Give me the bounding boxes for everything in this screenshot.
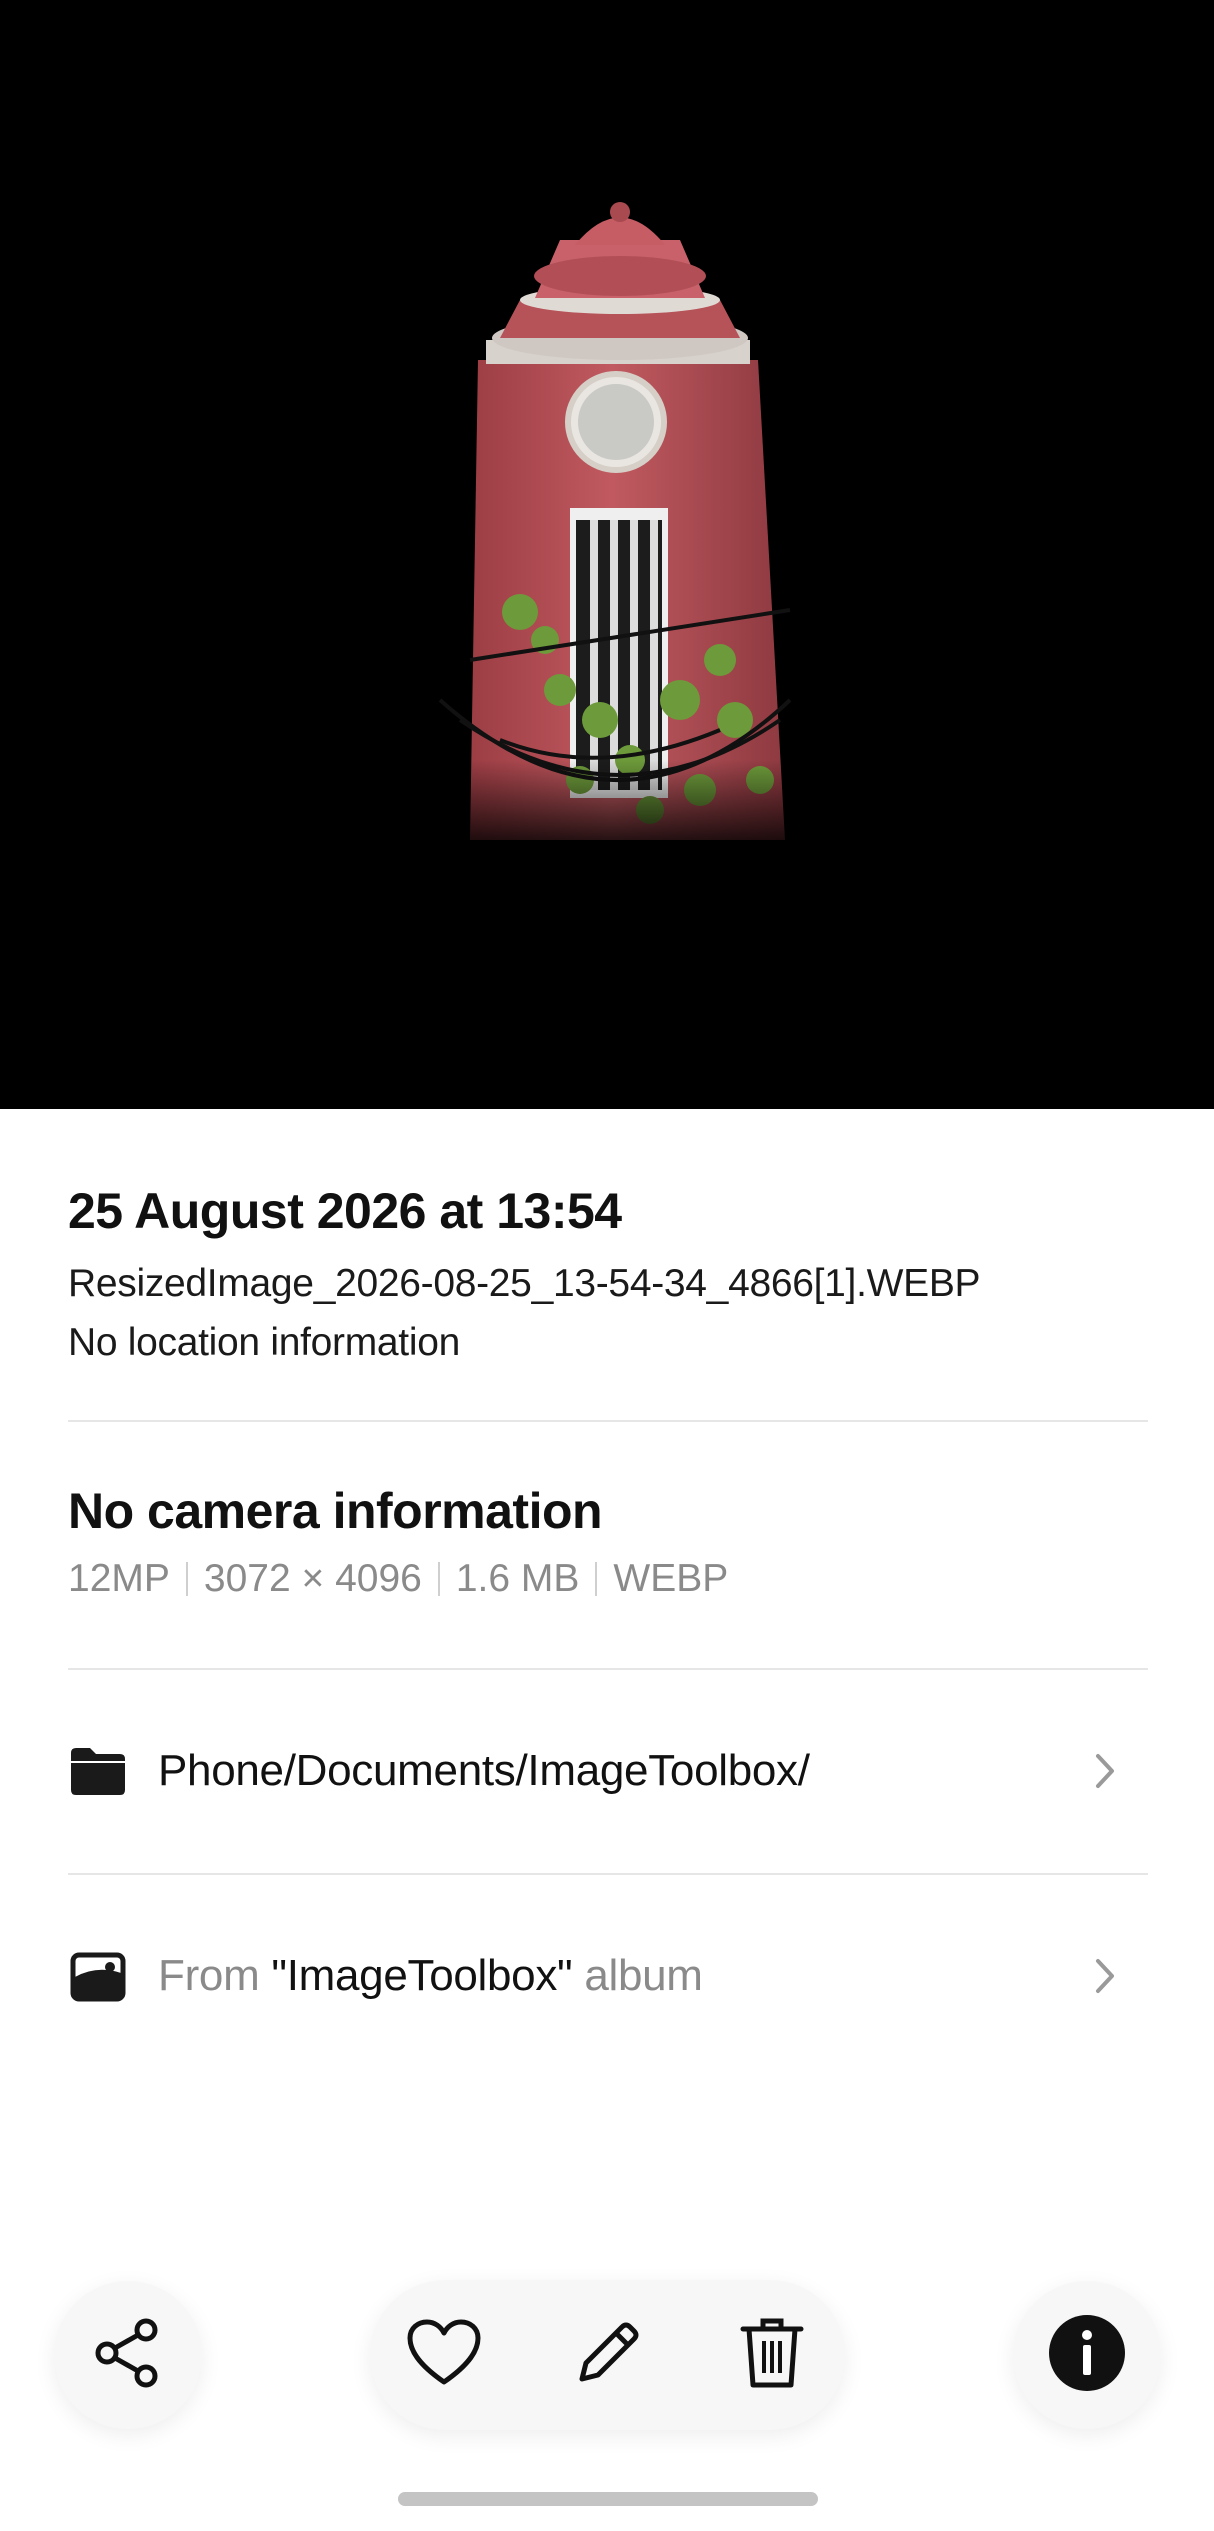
folder-path-row[interactable]: Phone/Documents/ImageToolbox/ — [68, 1716, 1148, 1826]
divider — [68, 1420, 1148, 1422]
spec-separator — [185, 1562, 188, 1596]
date-time-title: 25 August 2026 at 13:54 — [68, 1183, 622, 1239]
pencil-icon — [572, 2317, 644, 2394]
spec-separator — [595, 1562, 598, 1596]
primary-actions-pill — [370, 2280, 845, 2430]
divider — [68, 1873, 1148, 1875]
file-name: ResizedImage_2026-08-25_13-54-34_4866[1]… — [68, 1262, 981, 1305]
share-icon — [90, 2315, 166, 2396]
album-row[interactable]: From "ImageToolbox" album — [68, 1921, 1148, 2031]
image-specs: 12MP 3072 × 4096 1.6 MB WEBP — [68, 1557, 728, 1601]
album-prefix: From — [158, 1951, 272, 2000]
spec-separator — [437, 1562, 440, 1596]
info-icon — [1047, 2313, 1127, 2398]
chevron-right-icon — [1082, 1748, 1128, 1794]
spec-format: WEBP — [613, 1557, 729, 1600]
spec-resolution-mp: 12MP — [68, 1557, 170, 1600]
chevron-right-icon — [1082, 1953, 1128, 1999]
favorite-button[interactable] — [406, 2317, 482, 2393]
info-button[interactable] — [1013, 2281, 1161, 2429]
heart-icon — [406, 2318, 482, 2393]
photo-viewer[interactable] — [0, 0, 1214, 1109]
album-icon — [68, 1946, 128, 2006]
home-indicator[interactable] — [398, 2492, 818, 2506]
folder-icon — [68, 1741, 128, 1801]
album-text: From "ImageToolbox" album — [158, 1951, 703, 2001]
camera-info-title: No camera information — [68, 1483, 603, 1539]
share-button[interactable] — [54, 2281, 202, 2429]
spec-dimensions: 3072 × 4096 — [203, 1557, 422, 1600]
edit-button[interactable] — [570, 2317, 646, 2393]
folder-path-text: Phone/Documents/ImageToolbox/ — [158, 1746, 810, 1795]
location-info: No location information — [68, 1321, 460, 1364]
divider — [68, 1668, 1148, 1670]
delete-button[interactable] — [734, 2317, 810, 2393]
album-name: "ImageToolbox" — [271, 1951, 573, 2000]
album-suffix: album — [572, 1951, 703, 2000]
clock-tower-image — [430, 202, 810, 860]
trash-icon — [739, 2315, 805, 2396]
spec-file-size: 1.6 MB — [455, 1557, 580, 1600]
